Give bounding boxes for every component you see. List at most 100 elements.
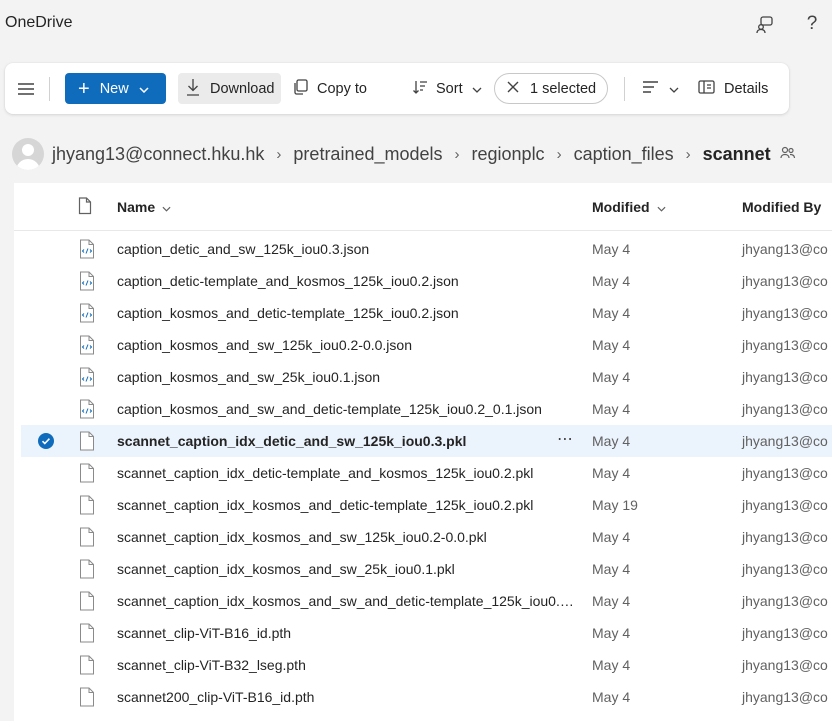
more-options-icon[interactable]: ⋯	[557, 429, 574, 449]
sort-button[interactable]: Sort	[412, 73, 482, 104]
json-file-icon	[79, 271, 95, 291]
chevron-right-icon: ›	[454, 145, 460, 163]
file-name[interactable]: scannet_clip-ViT-B32_lseg.pth	[117, 657, 577, 673]
plus-icon: +	[78, 77, 90, 100]
modified-date: May 4	[592, 273, 631, 289]
file-name[interactable]: scannet_caption_idx_kosmos_and_sw_125k_i…	[117, 529, 577, 545]
modified-date: May 4	[592, 369, 631, 385]
file-row[interactable]: scannet_caption_idx_kosmos_and_sw_and_de…	[21, 585, 832, 617]
feedback-icon[interactable]	[753, 12, 777, 36]
file-row[interactable]: caption_kosmos_and_detic-template_125k_i…	[21, 297, 832, 329]
modified-by: jhyang13@co	[742, 529, 828, 545]
details-button[interactable]: Details	[698, 73, 768, 104]
file-name[interactable]: caption_detic_and_sw_125k_iou0.3.json	[117, 241, 577, 257]
modified-by: jhyang13@co	[742, 593, 828, 609]
file-row[interactable]: scannet_clip-ViT-B16_id.pth May 4 jhyang13…	[21, 617, 832, 649]
selection-indicator[interactable]: 1 selected	[494, 73, 608, 104]
modified-by: jhyang13@co	[742, 369, 828, 385]
modified-header-label: Modified	[592, 199, 650, 215]
selected-count: 1 selected	[530, 80, 597, 97]
modified-date: May 4	[592, 401, 631, 417]
copy-to-button[interactable]: Copy to	[292, 73, 367, 104]
new-button[interactable]: + New	[65, 73, 166, 104]
file-row[interactable]: scannet_caption_idx_detic_and_sw_125k_io…	[21, 425, 832, 457]
modified-by: jhyang13@co	[742, 305, 828, 321]
app-title: OneDrive	[5, 14, 73, 31]
file-icon	[79, 623, 95, 643]
modified-by: jhyang13@co	[742, 689, 828, 705]
json-file-icon	[79, 335, 95, 355]
download-label: Download	[210, 80, 275, 97]
file-name[interactable]: caption_kosmos_and_sw_125k_iou0.2-0.0.js…	[117, 337, 577, 353]
file-name[interactable]: caption_kosmos_and_detic-template_125k_i…	[117, 305, 577, 321]
breadcrumb-item-caption-files[interactable]: caption_files	[574, 144, 674, 165]
breadcrumb-item-regionplc[interactable]: regionplc	[472, 144, 545, 165]
modified-date: May 4	[592, 689, 631, 705]
modified-by: jhyang13@co	[742, 625, 828, 641]
file-name[interactable]: scannet_caption_idx_kosmos_and_sw_and_de…	[117, 593, 577, 609]
file-icon	[79, 463, 95, 483]
file-row[interactable]: caption_kosmos_and_sw_and_detic-template…	[21, 393, 832, 425]
file-row[interactable]: caption_kosmos_and_sw_125k_iou0.2-0.0.js…	[21, 329, 832, 361]
file-row[interactable]: scannet200_clip-ViT-B16_id.pth May 4 jhyan…	[21, 681, 832, 713]
copy-to-label: Copy to	[317, 80, 367, 97]
modified-by: jhyang13@co	[742, 657, 828, 673]
info-pane-icon	[698, 79, 715, 98]
file-row[interactable]: scannet_caption_idx_kosmos_and_detic-tem…	[21, 489, 832, 521]
breadcrumb-current-folder: scannet	[702, 143, 771, 164]
json-file-icon	[79, 239, 95, 259]
avatar	[12, 138, 44, 170]
column-header-name[interactable]: Name	[117, 199, 171, 215]
column-header-modified-by[interactable]: Modified By	[742, 199, 821, 215]
modified-date: May 4	[592, 337, 631, 353]
file-row[interactable]: scannet_caption_idx_kosmos_and_sw_25k_io…	[21, 553, 832, 585]
modified-date: May 4	[592, 305, 631, 321]
file-row[interactable]: caption_kosmos_and_sw_25k_iou0.1.json May…	[21, 361, 832, 393]
modified-date: May 4	[592, 241, 631, 257]
json-file-icon	[79, 367, 95, 387]
download-icon	[186, 78, 200, 100]
file-name[interactable]: caption_detic-template_and_kosmos_125k_i…	[117, 273, 577, 289]
chevron-down-icon	[162, 199, 171, 215]
modified-by: jhyang13@co	[742, 241, 828, 257]
modified-by-header-label: Modified By	[742, 199, 822, 215]
modified-by: jhyang13@co	[742, 561, 828, 577]
file-name[interactable]: scannet200_clip-ViT-B16_id.pth	[117, 689, 577, 705]
close-icon[interactable]	[507, 81, 519, 97]
copy-icon	[292, 78, 308, 99]
file-name[interactable]: scannet_caption_idx_detic-template_and_k…	[117, 465, 577, 481]
help-icon[interactable]: ?	[800, 12, 824, 36]
download-button[interactable]: Download	[178, 73, 281, 104]
modified-by: jhyang13@co	[742, 337, 828, 353]
file-row[interactable]: scannet_clip-ViT-B32_lseg.pth May 4 jhyang…	[21, 649, 832, 681]
checkmark-circle-icon[interactable]	[38, 433, 54, 449]
chevron-down-icon	[472, 81, 482, 97]
modified-by: jhyang13@co	[742, 273, 828, 289]
file-row[interactable]: caption_detic-template_and_kosmos_125k_i…	[21, 265, 832, 297]
file-list: Name Modified Modified By caption_detic_…	[14, 183, 832, 721]
file-name[interactable]: caption_kosmos_and_sw_and_detic-template…	[117, 401, 577, 417]
file-row[interactable]: scannet_caption_idx_detic-template_and_k…	[21, 457, 832, 489]
file-name[interactable]: caption_kosmos_and_sw_25k_iou0.1.json	[117, 369, 577, 385]
file-icon	[79, 431, 95, 451]
file-row[interactable]: scannet_caption_idx_kosmos_and_sw_125k_i…	[21, 521, 832, 553]
toolbar-divider	[624, 77, 625, 101]
view-options-button[interactable]	[642, 73, 679, 104]
file-name[interactable]: scannet_caption_idx_kosmos_and_sw_25k_io…	[117, 561, 577, 577]
file-name[interactable]: scannet_clip-ViT-B16_id.pth	[117, 625, 577, 641]
column-header-modified[interactable]: Modified	[592, 199, 666, 215]
modified-by: jhyang13@co	[742, 497, 828, 513]
modified-by: jhyang13@co	[742, 465, 828, 481]
file-icon	[79, 559, 95, 579]
file-type-header-icon[interactable]	[78, 197, 92, 215]
json-file-icon	[79, 303, 95, 323]
menu-icon[interactable]	[17, 73, 37, 104]
file-icon	[79, 527, 95, 547]
file-name[interactable]: scannet_caption_idx_detic_and_sw_125k_io…	[117, 433, 577, 449]
modified-date: May 4	[592, 561, 631, 577]
breadcrumb-item-account[interactable]: jhyang13@connect.hku.hk	[52, 144, 264, 165]
breadcrumb: jhyang13@connect.hku.hk › pretrained_mod…	[12, 138, 832, 170]
file-row[interactable]: caption_detic_and_sw_125k_iou0.3.json May…	[21, 233, 832, 265]
breadcrumb-item-pretrained-models[interactable]: pretrained_models	[293, 144, 442, 165]
file-name[interactable]: scannet_caption_idx_kosmos_and_detic-tem…	[117, 497, 577, 513]
